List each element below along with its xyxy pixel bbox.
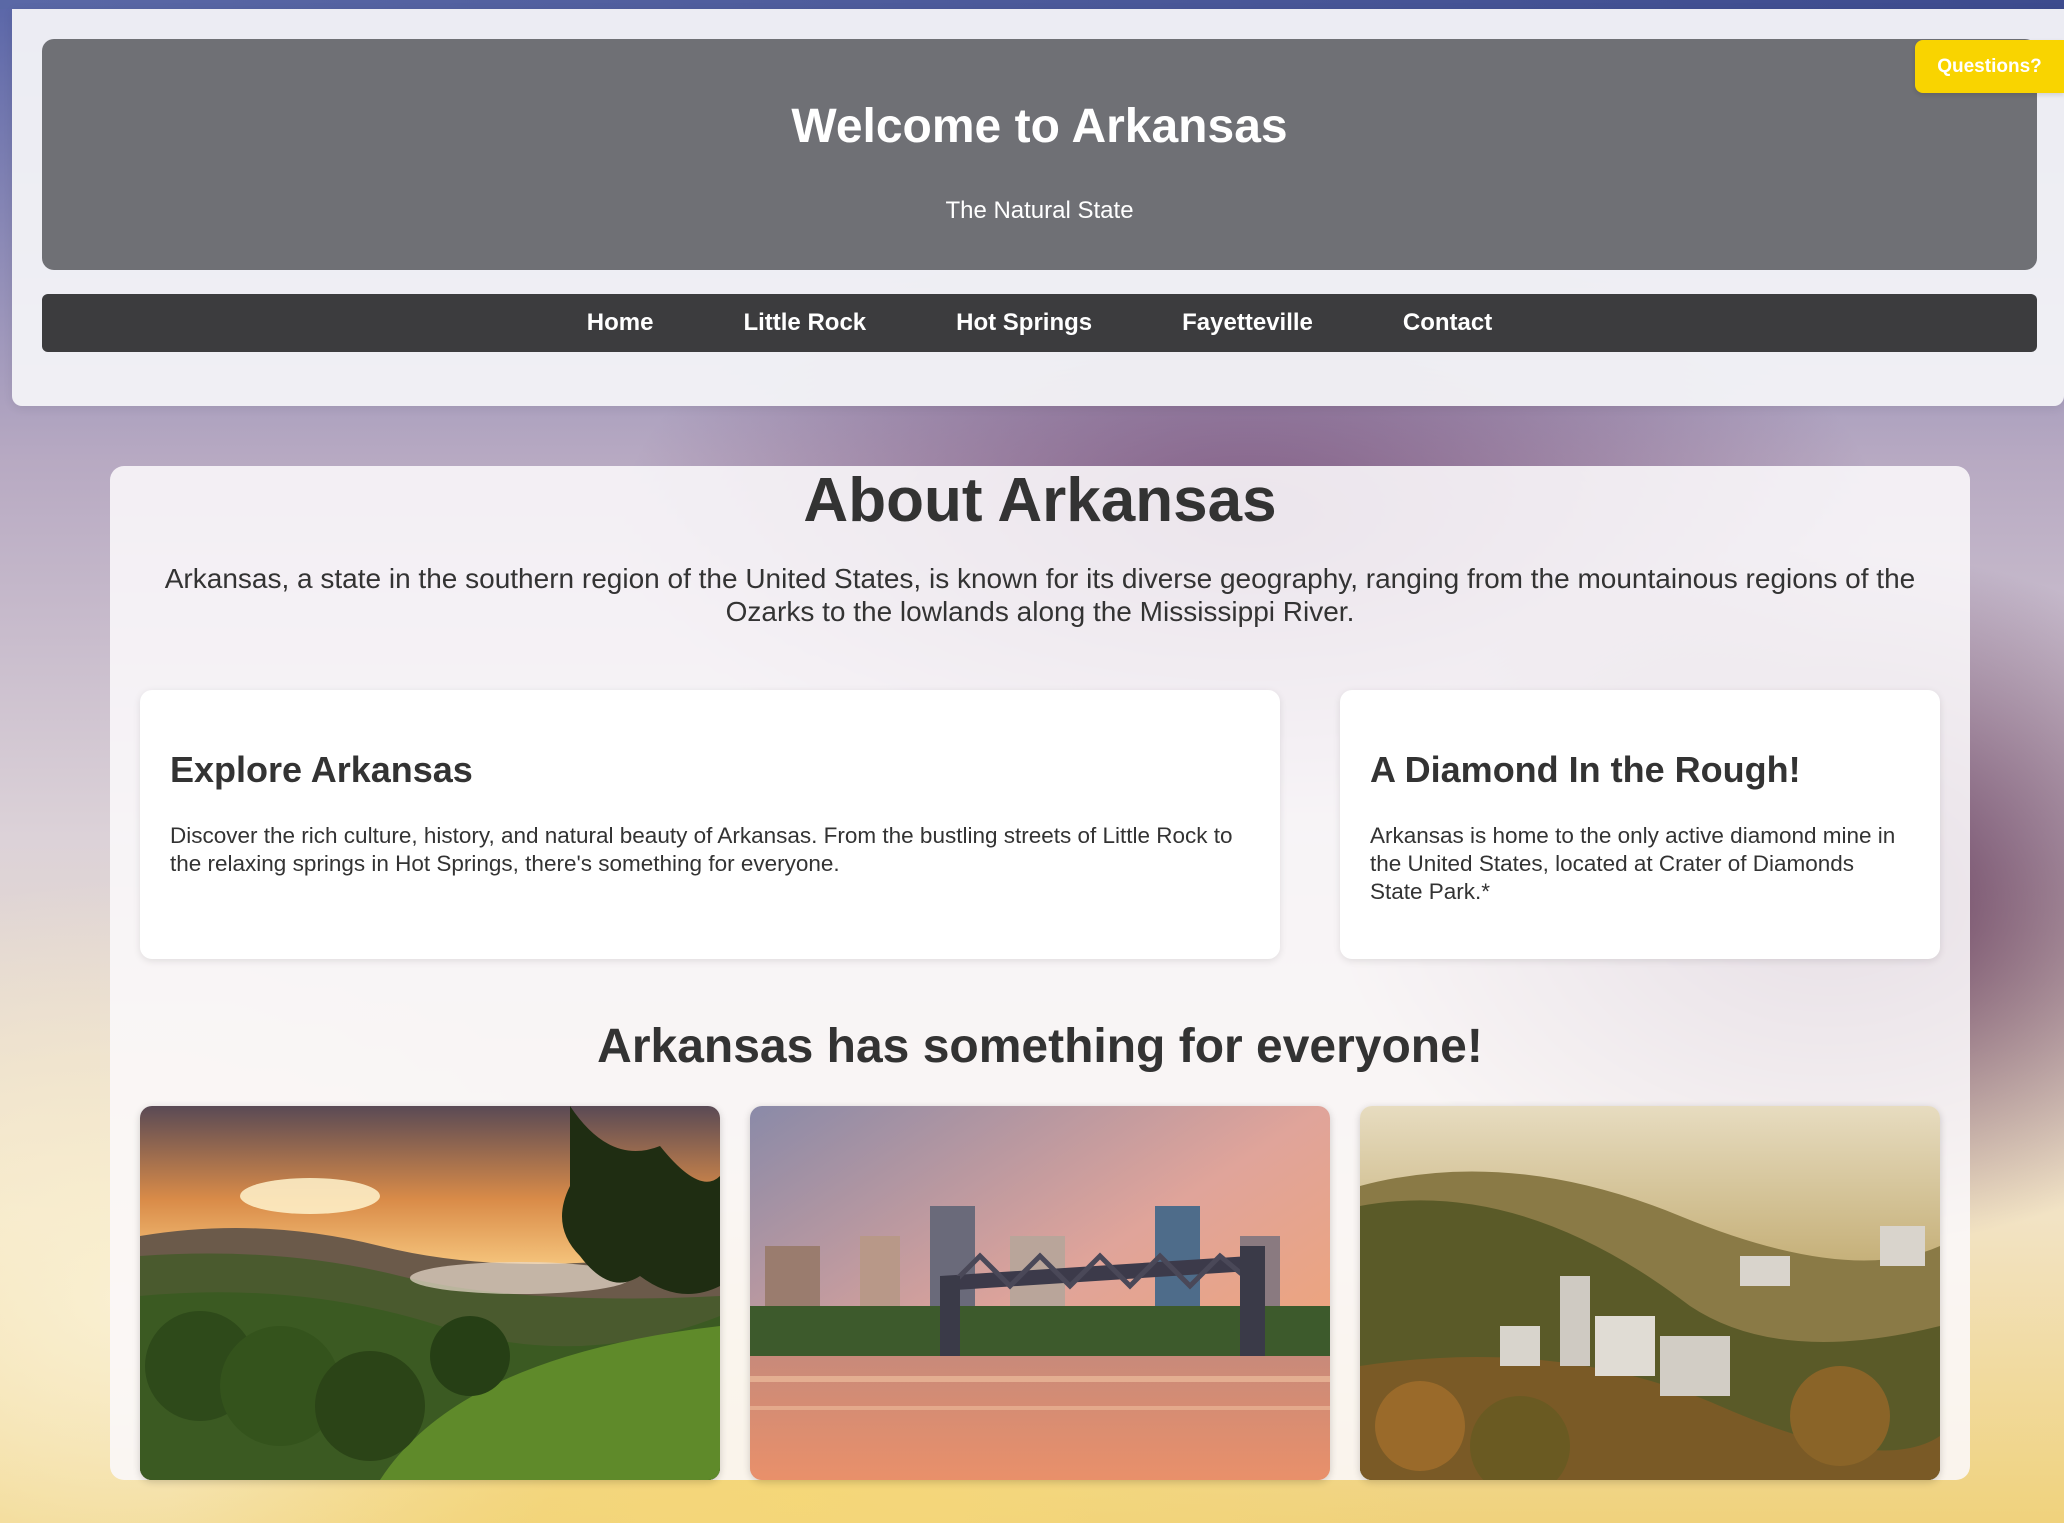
little-rock-skyline-photo: [750, 1106, 1330, 1480]
nav-item-hot-springs[interactable]: Hot Springs: [956, 311, 1092, 335]
ozark-sunrise-photo: [140, 1106, 720, 1480]
nav-item-little-rock[interactable]: Little Rock: [743, 311, 866, 335]
explore-card: Explore Arkansas Discover the rich cultu…: [140, 690, 1280, 959]
nav-item-home[interactable]: Home: [587, 311, 654, 335]
about-heading: About Arkansas: [803, 466, 1277, 535]
site-header: Welcome to Arkansas The Natural State Ho…: [12, 9, 2064, 406]
diamond-card-title: A Diamond In the Rough!: [1370, 749, 1801, 790]
explore-card-text: Discover the rich culture, history, and …: [170, 823, 1233, 876]
about-intro: Arkansas, a state in the southern region…: [164, 563, 1916, 627]
questions-button[interactable]: Questions?: [1915, 40, 2064, 93]
diamond-card-text: Arkansas is home to the only active diam…: [1370, 823, 1896, 904]
page-tagline: The Natural State: [945, 197, 1134, 224]
main-nav: Home Little Rock Hot Springs Fayettevill…: [42, 294, 2037, 352]
page-title: Welcome to Arkansas: [791, 100, 1288, 153]
hero-banner: Welcome to Arkansas The Natural State: [42, 39, 2037, 270]
explore-card-title: Explore Arkansas: [170, 749, 473, 790]
nav-item-fayetteville[interactable]: Fayetteville: [1182, 311, 1313, 335]
diamond-card: A Diamond In the Rough! Arkansas is home…: [1340, 690, 1940, 959]
top-accent-bar: [0, 0, 2064, 9]
nav-item-contact[interactable]: Contact: [1403, 311, 1492, 335]
gallery-heading: Arkansas has something for everyone!: [597, 1020, 1483, 1073]
hot-springs-aerial-photo: [1360, 1106, 1940, 1480]
page: Welcome to Arkansas The Natural State Ho…: [0, 0, 2064, 1523]
about-section: About Arkansas Arkansas, a state in the …: [110, 466, 1970, 1480]
